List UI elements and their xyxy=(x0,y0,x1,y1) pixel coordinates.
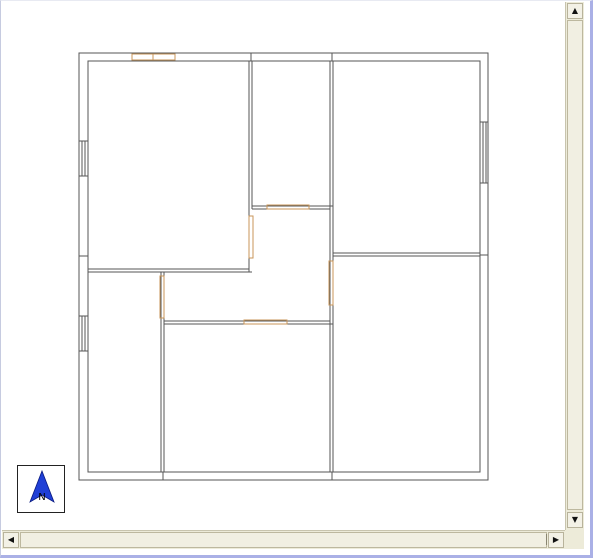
outer-wall-inner xyxy=(87,60,481,473)
horizontal-scroll-thumb[interactable] xyxy=(20,532,547,548)
scroll-right-button[interactable]: ▶ xyxy=(548,532,564,548)
outer-wall-outer xyxy=(78,52,489,481)
floor-plan-canvas[interactable]: N xyxy=(2,2,565,530)
arrow-right-icon: ▶ xyxy=(552,535,560,544)
scroll-left-button[interactable]: ◀ xyxy=(3,532,19,548)
door-top-left-room xyxy=(248,215,254,259)
door-top xyxy=(131,53,176,61)
arrow-down-icon: ▼ xyxy=(571,515,579,524)
scrollbar-corner xyxy=(565,530,584,549)
floor-plan xyxy=(78,52,489,481)
window-left-lower xyxy=(79,315,88,352)
arrow-left-icon: ◀ xyxy=(7,535,15,544)
vertical-scrollbar[interactable]: ▲ ▼ xyxy=(565,2,584,530)
vertical-scroll-thumb[interactable] xyxy=(567,20,583,510)
scroll-down-button[interactable]: ▼ xyxy=(567,512,583,528)
scroll-up-button[interactable]: ▲ xyxy=(567,3,583,19)
horizontal-scrollbar[interactable]: ◀ ▶ xyxy=(2,530,565,549)
viewer-window: N ▲ ▼ ◀ ▶ xyxy=(0,0,593,558)
north-label: N xyxy=(38,492,46,503)
north-arrow: N xyxy=(17,465,65,513)
arrow-up-icon: ▲ xyxy=(571,6,579,15)
window-left-upper xyxy=(79,140,88,177)
window-right xyxy=(480,121,488,184)
